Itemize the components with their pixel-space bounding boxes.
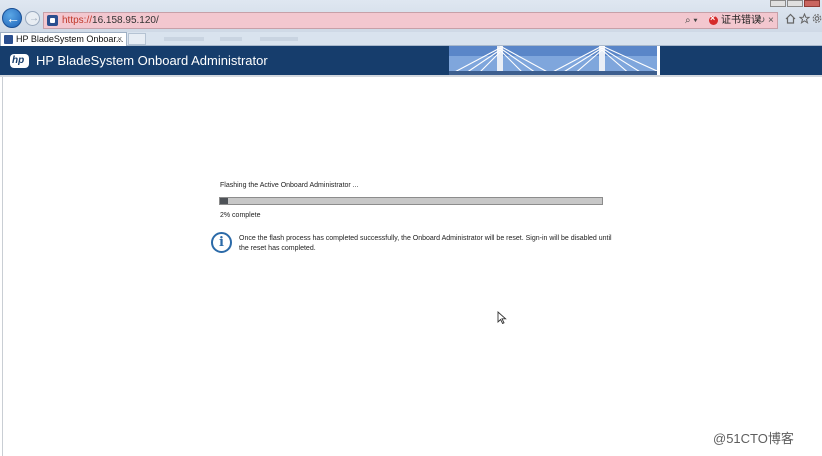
- tab-hp-bladesystem[interactable]: HP BladeSystem Onboar... ×: [0, 32, 127, 46]
- mouse-cursor-icon: [497, 311, 507, 324]
- new-tab-button[interactable]: [128, 33, 146, 45]
- minimize-button[interactable]: [770, 0, 786, 7]
- info-glyph: i: [219, 235, 224, 250]
- url-text[interactable]: https://16.158.95.120/: [62, 14, 159, 28]
- oa-header: hp HP BladeSystem Onboard Administrator: [0, 46, 822, 76]
- url-host: 16.158.95.120/: [92, 15, 159, 26]
- refresh-icon[interactable]: ↻: [757, 14, 765, 28]
- content-left-border: [2, 77, 3, 456]
- watermark-text: @51CTO博客: [713, 431, 794, 446]
- back-button[interactable]: ←: [2, 8, 22, 28]
- home-icon[interactable]: [785, 13, 796, 24]
- flash-progress-fill: [220, 198, 228, 204]
- progress-percent-label: 2% complete: [220, 212, 261, 219]
- window-close-button[interactable]: [804, 0, 820, 7]
- tab-favicon-icon: [4, 35, 13, 44]
- header-divider: [0, 75, 822, 77]
- flash-progress-bar: [219, 197, 603, 205]
- maximize-button[interactable]: [787, 0, 803, 7]
- star-icon[interactable]: [799, 13, 810, 24]
- tab-strip: HP BladeSystem Onboar... ×: [0, 32, 822, 46]
- faded-tab: [260, 37, 298, 41]
- url-protocol: https://: [62, 15, 93, 26]
- cert-error-icon[interactable]: [709, 13, 718, 25]
- stop-icon[interactable]: ×: [768, 14, 774, 28]
- address-bar[interactable]: https://16.158.95.120/ ⌕ ▾ 证书错误 ↻ ×: [43, 12, 778, 29]
- search-dropdown-icon[interactable]: ⌕ ▾: [685, 14, 698, 28]
- info-icon: i: [211, 232, 232, 253]
- tab-close-icon[interactable]: ×: [117, 33, 122, 46]
- tab-title: HP BladeSystem Onboar...: [16, 34, 124, 44]
- faded-tab: [220, 37, 242, 41]
- header-bridge-image: [449, 46, 657, 75]
- forward-arrow-icon: →: [29, 13, 39, 24]
- address-toolbar: ← → https://16.158.95.120/ ⌕ ▾ 证书错误 ↻ ×: [0, 0, 822, 32]
- faded-tab: [164, 37, 204, 41]
- page-title: HP BladeSystem Onboard Administrator: [36, 53, 268, 68]
- site-favicon-icon: [47, 15, 58, 26]
- gear-icon[interactable]: [812, 13, 822, 24]
- forward-button[interactable]: →: [25, 11, 40, 26]
- info-message: Once the flash process has completed suc…: [239, 235, 612, 252]
- hp-logo: hp: [10, 54, 29, 68]
- back-arrow-icon: ←: [6, 10, 20, 26]
- flash-status-title: Flashing the Active Onboard Administrato…: [220, 182, 359, 189]
- cert-error-label[interactable]: 证书错误: [721, 14, 761, 28]
- browser-window: ← → https://16.158.95.120/ ⌕ ▾ 证书错误 ↻ ×: [0, 0, 822, 456]
- header-separator: [657, 46, 660, 75]
- hp-logo-text: hp: [12, 55, 25, 66]
